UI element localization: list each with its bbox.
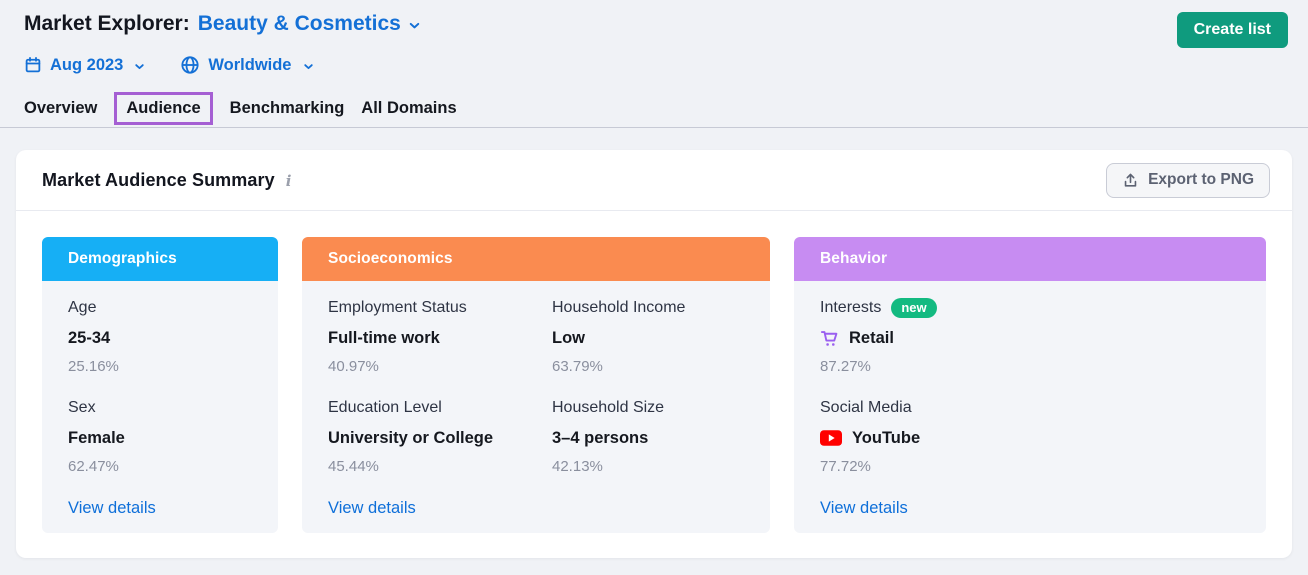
stat-label: Social Media	[820, 398, 1240, 418]
chevron-down-icon	[133, 60, 146, 73]
stat-value: Low	[552, 328, 744, 348]
youtube-icon	[820, 430, 842, 446]
stat-value: 3–4 persons	[552, 428, 744, 448]
market-selector[interactable]: Beauty & Cosmetics	[198, 12, 422, 36]
socioeconomics-card-title: Socioeconomics	[328, 250, 453, 268]
stat-value: Full-time work	[328, 328, 552, 348]
stat-label: Education Level	[328, 398, 552, 418]
export-label: Export to PNG	[1148, 171, 1254, 189]
stat-social-media: Social Media YouTube 77.72%	[820, 398, 1240, 476]
market-name: Beauty & Cosmetics	[198, 12, 401, 36]
new-badge: new	[891, 298, 936, 318]
demographics-view-details-link[interactable]: View details	[68, 498, 156, 518]
page-title: Market Explorer: Beauty & Cosmetics	[24, 12, 422, 36]
stat-percent: 25.16%	[68, 357, 252, 376]
behavior-card-header: Behavior	[794, 237, 1266, 281]
create-list-button[interactable]: Create list	[1177, 12, 1288, 48]
filters-row: Aug 2023 Worldwide	[24, 53, 1288, 77]
stat-value: 25-34	[68, 328, 252, 348]
date-filter[interactable]: Aug 2023	[24, 56, 146, 75]
stat-label: Household Size	[552, 398, 744, 418]
stat-household-size: Household Size 3–4 persons 42.13%	[552, 398, 744, 476]
page-title-prefix: Market Explorer:	[24, 12, 190, 36]
region-filter-value: Worldwide	[208, 56, 291, 75]
summary-cards: Demographics Age 25-34 25.16% Sex Female…	[16, 211, 1292, 558]
chevron-down-icon	[407, 15, 422, 33]
stat-percent: 63.79%	[552, 357, 744, 376]
socioeconomics-card-header: Socioeconomics	[302, 237, 770, 281]
behavior-card-body: Interests new Retail 87.27	[794, 281, 1266, 533]
tab-benchmarking[interactable]: Benchmarking	[230, 99, 345, 118]
stat-age: Age 25-34 25.16%	[68, 298, 252, 376]
panel-header: Market Audience Summary i Export to PNG	[16, 150, 1292, 211]
stat-label: Household Income	[552, 298, 744, 318]
chevron-down-icon	[302, 60, 315, 73]
behavior-card-title: Behavior	[820, 250, 887, 268]
behavior-card: Behavior Interests new	[794, 237, 1266, 533]
stat-value: University or College	[328, 428, 552, 448]
stat-value: Retail	[849, 328, 894, 348]
info-icon[interactable]: i	[286, 170, 292, 190]
tab-audience[interactable]: Audience	[114, 92, 212, 125]
stat-percent: 62.47%	[68, 457, 252, 476]
stat-percent: 40.97%	[328, 357, 552, 376]
stat-value: YouTube	[852, 428, 920, 448]
stat-value: Female	[68, 428, 252, 448]
tab-overview[interactable]: Overview	[24, 99, 97, 118]
export-png-button[interactable]: Export to PNG	[1106, 163, 1270, 198]
stat-percent: 42.13%	[552, 457, 744, 476]
stat-percent: 45.44%	[328, 457, 552, 476]
page-header: Market Explorer: Beauty & Cosmetics Crea…	[0, 0, 1308, 127]
panel-title: Market Audience Summary	[42, 170, 275, 191]
date-filter-value: Aug 2023	[50, 56, 123, 75]
create-list-label: Create list	[1194, 21, 1271, 38]
demographics-card: Demographics Age 25-34 25.16% Sex Female…	[42, 237, 278, 533]
stat-interests: Interests new Retail 87.27	[820, 298, 1240, 376]
market-audience-summary-panel: Market Audience Summary i Export to PNG …	[16, 150, 1292, 558]
calendar-icon	[24, 56, 42, 74]
stat-label: Age	[68, 298, 252, 318]
stat-label: Employment Status	[328, 298, 552, 318]
behavior-view-details-link[interactable]: View details	[820, 498, 908, 518]
export-icon	[1122, 172, 1139, 189]
stat-employment-status: Employment Status Full-time work 40.97%	[328, 298, 552, 376]
tab-all-domains[interactable]: All Domains	[361, 99, 456, 118]
stat-household-income: Household Income Low 63.79%	[552, 298, 744, 376]
socioeconomics-card: Socioeconomics Employment Status Full-ti…	[302, 237, 770, 533]
stat-label: Interests	[820, 298, 881, 318]
demographics-card-header: Demographics	[42, 237, 278, 281]
globe-icon	[180, 55, 200, 75]
tabs-nav: Overview Audience Benchmarking All Domai…	[24, 89, 1288, 127]
stat-education-level: Education Level University or College 45…	[328, 398, 552, 476]
socioeconomics-view-details-link[interactable]: View details	[328, 498, 416, 518]
stat-label: Sex	[68, 398, 252, 418]
cart-icon	[820, 329, 839, 348]
demographics-card-title: Demographics	[68, 250, 177, 268]
stat-percent: 87.27%	[820, 357, 1240, 376]
socioeconomics-card-body: Employment Status Full-time work 40.97% …	[302, 281, 770, 533]
demographics-card-body: Age 25-34 25.16% Sex Female 62.47% View …	[42, 281, 278, 533]
region-filter[interactable]: Worldwide	[180, 55, 314, 75]
tabs-divider	[0, 127, 1308, 128]
stat-sex: Sex Female 62.47%	[68, 398, 252, 476]
stat-percent: 77.72%	[820, 457, 1240, 476]
